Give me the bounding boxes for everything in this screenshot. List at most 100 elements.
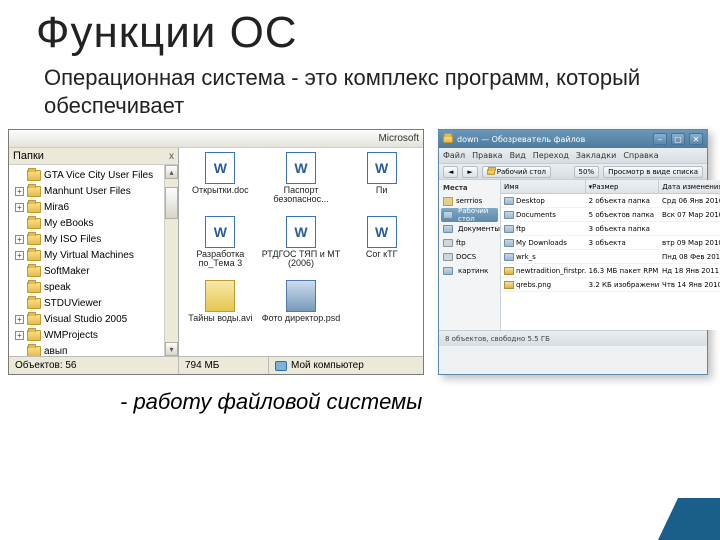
file-label: Открытки.doc [192, 186, 249, 195]
file-icon: W [367, 152, 397, 184]
tree-item-label: авып [44, 346, 67, 357]
col-name[interactable]: Имя [501, 180, 586, 193]
file-list[interactable]: Имя ▾ Размер Дата изменения Desktop2 объ… [501, 180, 720, 330]
zoom-control[interactable]: 50% [574, 166, 600, 178]
list-row[interactable]: wrk_sПнд 08 Фев 2010 17:11 [501, 250, 720, 264]
expand-icon[interactable]: + [15, 315, 24, 324]
file-item[interactable]: Фото директор.psd [262, 280, 341, 342]
tree-item[interactable]: +My Virtual Machines [11, 247, 176, 263]
scrollbar-vertical[interactable]: ▴ ▾ [164, 165, 178, 356]
expand-icon[interactable]: + [15, 187, 24, 196]
col-date[interactable]: Дата изменения [659, 180, 720, 193]
places-header: Места [441, 182, 498, 194]
tree-item[interactable]: +Visual Studio 2005 [11, 311, 176, 327]
expand-icon[interactable]: + [15, 203, 24, 212]
file-icon: W [367, 216, 397, 248]
folder-icon [487, 169, 495, 175]
drive-icon [443, 239, 453, 247]
folder-icon [27, 346, 41, 357]
tree-item[interactable]: My eBooks [11, 215, 176, 231]
nautilus-window: down — Обозреватель файлов – ▢ ✕ Файл Пра… [438, 129, 708, 375]
file-item[interactable]: Тайны воды.avi [181, 280, 260, 342]
slide-caption: - работу файловой системы [0, 375, 720, 415]
file-label: РТДГОС ТЯП и МТ (2006) [262, 250, 341, 269]
forward-button[interactable]: ► [462, 166, 477, 178]
tree-item[interactable]: + My ISO Files [11, 231, 176, 247]
tree-item[interactable]: +Manhunt User Files [11, 183, 176, 199]
folder-tree-panel: Папки x GTA Vice City User Files+Manhunt… [9, 148, 179, 356]
file-item[interactable]: W РТДГОС ТЯП и МТ (2006) [262, 216, 341, 278]
folder-icon [504, 239, 514, 247]
col-size[interactable]: ▾ Размер [586, 180, 660, 193]
file-item[interactable]: WОткрытки.doc [181, 152, 260, 214]
menu-item[interactable]: Вид [510, 151, 526, 160]
window-icon [443, 135, 453, 143]
folder-icon [504, 253, 514, 261]
file-icon: W [286, 216, 316, 248]
file-icon-area[interactable]: WОткрытки.docWПаспорт безопаснос...WПиWР… [179, 148, 423, 356]
expand-icon[interactable]: + [15, 331, 24, 340]
folder-icon [27, 314, 41, 325]
file-item[interactable]: WПаспорт безопаснос... [262, 152, 341, 214]
close-icon[interactable]: x [169, 151, 174, 162]
tree-item[interactable]: speak [11, 279, 176, 295]
file-item[interactable]: WРазработка по_Тема 3 [181, 216, 260, 278]
list-row[interactable]: newtradition_firstpr...16.3 МБ пакет RPM… [501, 264, 720, 278]
window-title: down — Обозреватель файлов [457, 135, 649, 144]
minimize-button[interactable]: – [653, 133, 667, 145]
folder-icon [27, 202, 41, 213]
folder-icon [27, 218, 41, 229]
back-button[interactable]: ◄ [443, 166, 458, 178]
menu-item[interactable]: Переход [533, 151, 569, 160]
place-item[interactable]: ftp [441, 236, 498, 250]
file-icon [205, 280, 235, 312]
place-item[interactable]: DOCS [441, 250, 498, 264]
scroll-down-icon[interactable]: ▾ [165, 342, 178, 356]
list-row[interactable]: Desktop2 объекта папкаСрд 06 Янв 2010 19… [501, 194, 720, 208]
tree-item[interactable]: +Mira6 [11, 199, 176, 215]
menu-bar[interactable]: Файл Правка Вид Переход Закладки Справка [439, 148, 707, 164]
tree-item-label: WMProjects [44, 330, 98, 341]
place-item[interactable]: serrrios [441, 194, 498, 208]
menu-item[interactable]: Справка [623, 151, 658, 160]
view-mode-select[interactable]: Просмотр в виде списка [603, 166, 703, 178]
place-item[interactable]: Документы [441, 222, 498, 236]
folder-icon [443, 267, 453, 275]
list-row[interactable]: My Downloads3 объектавтр 09 Мар 2010 _9:… [501, 236, 720, 250]
titlebar[interactable]: down — Обозреватель файлов – ▢ ✕ [439, 130, 707, 148]
scroll-up-icon[interactable]: ▴ [165, 165, 178, 179]
toolbar-label: Microsoft [378, 133, 419, 144]
places-sidebar: Места serrriosРабочий столДокументыftpDO… [439, 180, 501, 330]
image-icon [504, 281, 514, 289]
place-item[interactable]: картинк [441, 264, 498, 278]
tree-item[interactable]: SoftMaker [11, 263, 176, 279]
menu-item[interactable]: Закладки [576, 151, 616, 160]
tree-item[interactable]: + WMProjects [11, 327, 176, 343]
toolbar: ◄ ► Рабочий стол 50% Просмотр в виде спи… [439, 164, 707, 180]
list-row[interactable]: ftp3 объекта папка [501, 222, 720, 236]
scroll-thumb[interactable] [165, 187, 178, 219]
tree-item-label: SoftMaker [44, 266, 90, 277]
tree-item-label: My ISO Files [44, 234, 101, 245]
list-row[interactable]: qrebs.png3.2 КБ изображение PNGЧтв 14 Ян… [501, 278, 720, 292]
expand-icon[interactable]: + [15, 235, 24, 244]
menu-item[interactable]: Файл [443, 151, 465, 160]
file-label: Паспорт безопаснос... [262, 186, 341, 205]
file-label: Фото директор.psd [262, 314, 341, 323]
file-item[interactable]: WПи [342, 152, 421, 214]
folder-icon [504, 211, 514, 219]
place-item[interactable]: Рабочий стол [441, 208, 498, 222]
close-button[interactable]: ✕ [689, 133, 703, 145]
file-item[interactable]: WСог кТГ [342, 216, 421, 278]
path-button[interactable]: Рабочий стол [482, 166, 551, 178]
file-icon: W [205, 216, 235, 248]
maximize-button[interactable]: ▢ [671, 133, 685, 145]
tree-item[interactable]: авып [11, 343, 176, 356]
list-row[interactable]: Documents5 объектов папкаВск 07 Мар 2010… [501, 208, 720, 222]
menu-item[interactable]: Правка [472, 151, 502, 160]
tree-item[interactable]: GTA Vice City User Files [11, 167, 176, 183]
tree-item-label: GTA Vice City User Files [44, 170, 153, 181]
tree-item[interactable]: STDUViewer [11, 295, 176, 311]
expand-icon[interactable]: + [15, 251, 24, 260]
column-headers[interactable]: Имя ▾ Размер Дата изменения [501, 180, 720, 194]
